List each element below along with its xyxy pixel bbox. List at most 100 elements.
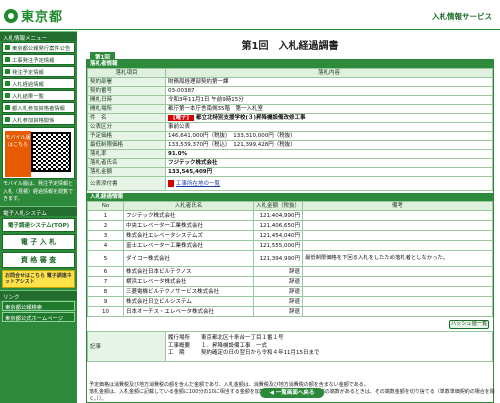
bidder-amount: 辞退 <box>252 306 304 317</box>
row-label: 公表区分 <box>87 122 166 132</box>
menu-bullet-icon <box>5 105 10 110</box>
row-value: 133,545,409円 <box>165 167 493 177</box>
menu-bullet-icon <box>5 45 10 50</box>
bidder-amount: 121,404,990円 <box>252 210 304 221</box>
row-label: 予定価格 <box>87 131 166 141</box>
row-label: 落札金額 <box>87 167 166 177</box>
sidebar-item-label: 入札経過情報 <box>12 81 44 88</box>
tokyo-logo[interactable]: 東京都 <box>4 6 63 25</box>
bidder-amount: 121,555,000円 <box>252 240 304 251</box>
pdf-icon <box>168 179 174 187</box>
column-header-note: 備考 <box>302 201 493 211</box>
bidder-no: 2 <box>87 220 124 231</box>
table-row: 6 株式会社日本ビルテクノス 辞退 <box>87 266 493 277</box>
e-procurement-top-banner[interactable]: 電子調達システム(TOP) <box>2 217 75 232</box>
remark-line: 履行場所 東京都北区十条台一丁目１番１号 <box>168 335 284 342</box>
mobile-site-link[interactable]: モバイル版 はこちら <box>2 127 75 179</box>
row-value: 令和3年11月1日 午前9時15分 <box>165 95 493 105</box>
column-header-no: No <box>87 201 124 211</box>
row-label: 件 名 <box>87 113 166 123</box>
winner-info-table: 落札項目 落札内容 契約部署 財務局経理部契約第一課 契約番号 03-00387 開… <box>87 68 493 191</box>
qualification-banner[interactable]: 資 格 審 査 <box>2 251 75 268</box>
sidebar-item-label: 都入札参加資格者情報 <box>12 105 65 112</box>
table-row: 件 名【電子】 都立北特別支援学校(３)昇降機設備改修工事 <box>87 113 493 123</box>
sidebar-item-order-plan[interactable]: 発注予定情報 <box>2 66 75 77</box>
menu-bullet-icon <box>5 81 10 86</box>
bidder-note: 最低制限価格を下回る入札をしたため落札者としなかった。 <box>302 250 493 267</box>
project-name: 都立北特別支援学校(３)昇降機設備改修工事 <box>196 115 306 121</box>
table-row: 公表添付書 工事所在地の一覧 <box>87 176 493 191</box>
bidders-table: No 入札者氏名 入札金額（税抜） 備考 1 フジテック株式会社 121,404,9… <box>87 201 493 317</box>
bidder-amount: 121,394,990円 <box>252 250 304 267</box>
menu-bullet-icon <box>5 93 10 98</box>
back-to-list-button[interactable]: ◀ 一覧画面へ戻る <box>260 388 324 398</box>
bidder-amount: 121,454,040円 <box>252 230 304 241</box>
header: 東京都 入札情報サービス <box>0 0 500 30</box>
contact-banner[interactable]: お問合せはこちら 電子調達ネットアシスト <box>2 269 75 288</box>
table-row: 開札日時 令和3年11月1日 午前9時15分 <box>87 95 493 105</box>
row-value: 03-00387 <box>165 86 493 96</box>
e-bid-banner[interactable]: 電 子 入 札 <box>2 233 75 250</box>
row-value: フジテック株式会社 <box>165 158 493 168</box>
bidder-name: 中央エレベーター工業株式会社 <box>123 220 254 231</box>
row-label: 最低制限価格 <box>87 140 166 150</box>
hash-list-button[interactable]: ハッシュ値一覧 <box>449 320 489 329</box>
result-frame: 落札者情報 落札項目 落札内容 契約部署 財務局経理部契約第一課 契約番号 03-0… <box>86 59 495 403</box>
sidebar: 入札情報メニュー 東京都公報発行案件公告 工事発注予定情報 発注予定情報 入札経… <box>0 31 77 403</box>
row-label: 開札日時 <box>87 95 166 105</box>
link-tokyo-official[interactable]: 東京都公式ホームページ <box>2 311 75 322</box>
main-content: 第1回 入札経過調書 第1回 落札者情報 落札項目 落札内容 契約部署 財務局経理… <box>86 31 495 403</box>
logo-text: 東京都 <box>21 10 64 25</box>
bidder-no: 9 <box>87 296 124 307</box>
table-row: 8 三菱電機ビルテクノサービス株式会社 辞退 <box>87 286 493 297</box>
table-row: 契約部署 財務局経理部契約第一課 <box>87 77 493 87</box>
sidebar-item-qualified-bidders[interactable]: 都入札参加資格者情報 <box>2 102 75 113</box>
sidebar-item-bid-progress[interactable]: 入札経過情報 <box>2 78 75 89</box>
sidebar-item-label: 入札結果一覧 <box>12 93 44 100</box>
row-value: 146,641,000円（税抜） 133,310,000円（税抜） <box>165 131 493 141</box>
table-row: 公表区分 事前公表 <box>87 122 493 132</box>
bidder-note <box>302 296 493 307</box>
row-label: 公表添付書 <box>87 176 166 191</box>
bidder-no: 1 <box>87 210 124 221</box>
attachment-link[interactable]: 工事所在地の一覧 <box>176 181 220 187</box>
row-value: 都庁第一本庁舎南側35階 第一入札室 <box>165 104 493 114</box>
bidder-no: 10 <box>87 306 124 317</box>
sidebar-item-label: 工事発注予定情報 <box>12 57 55 64</box>
column-header-amount: 入札金額（税抜） <box>252 201 304 211</box>
sidebar-item-qualification[interactable]: 入札参加資格関係 <box>2 114 75 125</box>
sidebar-item-gazette[interactable]: 東京都公報発行案件公告 <box>2 42 75 53</box>
bidder-amount: 121,406,650円 <box>252 220 304 231</box>
bidder-no: 8 <box>87 286 124 297</box>
bidder-note <box>302 276 493 287</box>
bidder-name: 富士エレベーター工業株式会社 <box>123 240 254 251</box>
table-row: 落札率 91.0% <box>87 149 493 159</box>
row-value: 財務局経理部契約第一課 <box>165 77 493 87</box>
link-gazette-search[interactable]: 東京都公報検索 <box>2 300 75 311</box>
table-row: 開札場所 都庁第一本庁舎南側35階 第一入札室 <box>87 104 493 114</box>
remark-label: 記事 <box>87 331 166 362</box>
menu-bullet-icon <box>5 57 10 62</box>
bidder-name: 株式会社日本ビルテクノス <box>123 266 254 277</box>
section-bid-progress: 入札経過情報 <box>87 193 493 201</box>
sidebar-item-bid-results[interactable]: 入札結果一覧 <box>2 90 75 101</box>
table-row: 落札金額 133,545,409円 <box>87 167 493 177</box>
column-header-content: 落札内容 <box>165 68 493 78</box>
sidebar-item-label: 発注予定情報 <box>12 69 44 76</box>
bidder-name: 横浜エレベータ株式会社 <box>123 276 254 287</box>
bidder-name: 株式会社日立ビルシステム <box>123 296 254 307</box>
sidebar-item-construction-plan[interactable]: 工事発注予定情報 <box>2 54 75 65</box>
table-row: 落札者氏名 フジテック株式会社 <box>87 158 493 168</box>
tokyo-emblem-icon <box>4 8 18 23</box>
remark-line: 工 期 契約確定の日の翌日から令和４年11月15日まで <box>168 350 320 357</box>
bidder-name: ダイコー株式会社 <box>123 250 254 267</box>
row-value: 工事所在地の一覧 <box>165 176 493 191</box>
sidebar-item-label: 入札参加資格関係 <box>12 117 55 124</box>
bidder-note <box>302 286 493 297</box>
row-label: 落札率 <box>87 149 166 159</box>
bidder-note <box>302 210 493 221</box>
page-title: 第1回 入札経過調書 <box>241 41 339 52</box>
bidder-note <box>302 240 493 251</box>
row-value: 133,539,370円（税込） 121,399,428円（税抜） <box>165 140 493 150</box>
hash-row: ハッシュ値一覧 <box>87 317 493 331</box>
